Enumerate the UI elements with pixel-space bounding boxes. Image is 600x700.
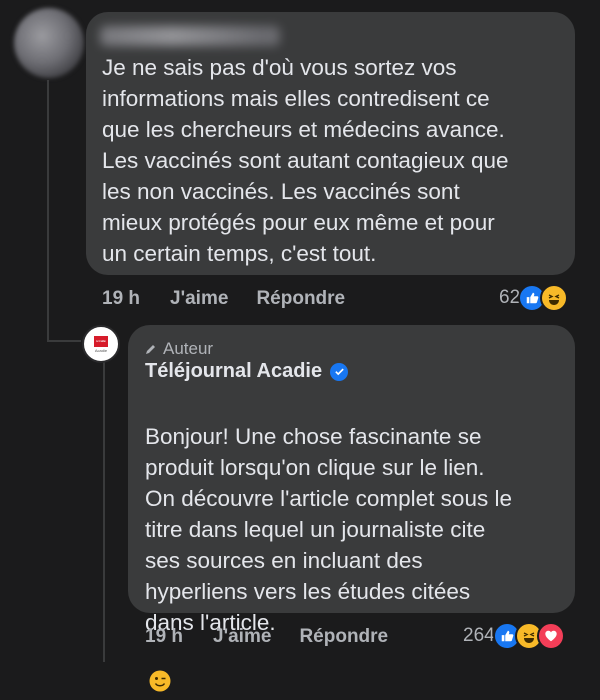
author-badge-label: Auteur bbox=[163, 339, 214, 358]
logo-subtitle: Acadie bbox=[94, 347, 108, 353]
comment-timestamp[interactable]: 19 h bbox=[102, 288, 140, 310]
reply-author[interactable]: Téléjournal Acadie bbox=[145, 360, 349, 383]
reply-author-name[interactable]: Téléjournal Acadie bbox=[145, 360, 322, 383]
love-reaction-icon bbox=[536, 622, 565, 650]
pencil-icon bbox=[146, 345, 155, 354]
comment-reaction-count: 62 bbox=[499, 287, 521, 308]
radio-canada-logo: ici télé bbox=[94, 335, 108, 347]
reply-reactions[interactable]: 264 bbox=[463, 622, 565, 650]
reply-timestamp[interactable]: 19 h bbox=[145, 626, 183, 648]
telejournal-acadie-avatar[interactable]: ici télé Acadie bbox=[82, 325, 120, 363]
commenter-avatar[interactable] bbox=[14, 8, 84, 78]
reply-text-body: Bonjour! Une chose fascinante se produit… bbox=[145, 424, 512, 635]
thread-line-lower bbox=[103, 362, 105, 662]
reply-reaction-count: 264 bbox=[463, 625, 495, 646]
verified-badge-icon bbox=[330, 362, 349, 381]
reply-reply-button[interactable]: Répondre bbox=[299, 626, 388, 648]
reply-text: Bonjour! Une chose fascinante se produit… bbox=[145, 390, 565, 700]
author-badge: Auteur bbox=[145, 339, 213, 359]
thread-line-branch bbox=[47, 340, 81, 342]
reply-like-button[interactable]: J'aime bbox=[213, 626, 271, 648]
comment-reply-button[interactable]: Répondre bbox=[256, 288, 345, 310]
thread-line-vertical bbox=[47, 80, 49, 342]
comment-text: Je ne sais pas d'où vous sortez vos info… bbox=[102, 55, 509, 266]
comment-like-button[interactable]: J'aime bbox=[170, 288, 228, 310]
reply-actions: 19 h J'aime Répondre bbox=[145, 626, 416, 648]
comment-reactions[interactable]: 62 bbox=[499, 284, 569, 312]
haha-reaction-icon bbox=[540, 284, 569, 312]
commenter-name-redacted[interactable] bbox=[100, 26, 280, 46]
comment-actions: 19 h J'aime Répondre bbox=[102, 288, 373, 310]
